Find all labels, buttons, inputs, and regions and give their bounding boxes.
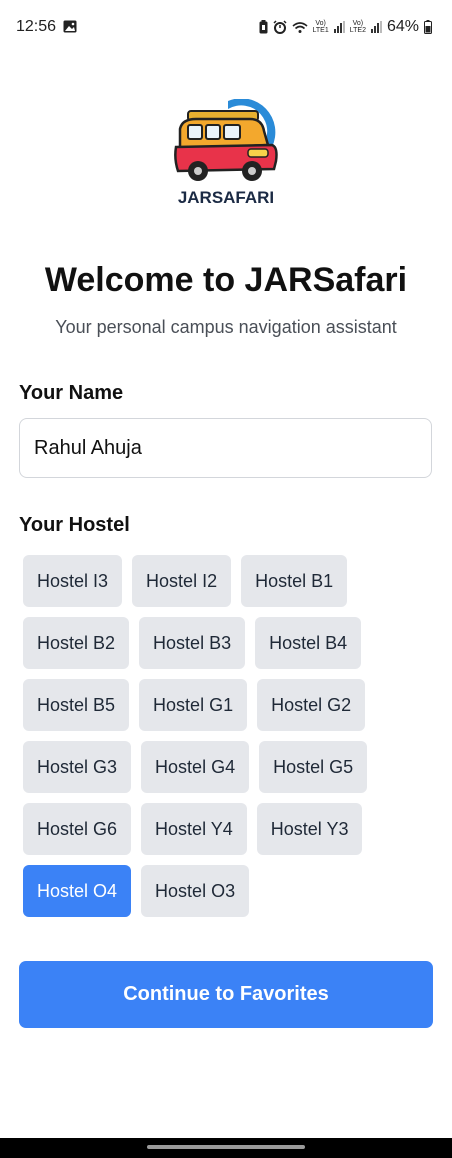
status-time: 12:56 [16,18,57,35]
hostel-chip[interactable]: Hostel B1 [241,555,348,607]
hostel-options: Hostel I3 Hostel I2 Hostel B1 Hostel B2 Host… [23,555,443,917]
image-icon [63,20,77,33]
battery-saver-icon [259,20,268,34]
hostel-chip[interactable]: Hostel I3 [23,555,123,607]
hostel-chip[interactable]: Hostel G2 [257,679,366,731]
page-subtitle: Your personal campus navigation assistan… [55,317,397,337]
hostel-chip[interactable]: Hostel G4 [141,741,250,793]
name-label: Your Name [19,382,124,404]
wifi-icon [292,21,308,33]
hostel-chip[interactable]: Hostel G1 [139,679,248,731]
sim1-label: Vo) LTE1 [312,20,329,34]
hostel-chip[interactable]: Hostel Y4 [141,803,247,855]
battery-icon [424,20,432,34]
alarm-icon [273,20,287,34]
signal-icon [333,21,345,33]
battery-percent: 64% [386,18,419,35]
hostel-chip[interactable]: Hostel O4 [23,865,132,917]
status-bar: 12:56 Vo) LTE1 Vo) LTE2 64% [0,0,452,56]
logo-text: JARSAFARI [178,188,274,207]
signal-icon-2 [370,21,382,33]
hostel-chip[interactable]: Hostel G6 [23,803,132,855]
name-input[interactable] [19,418,432,478]
hostel-label: Your Hostel [19,514,130,536]
home-gesture-handle[interactable] [147,1145,305,1149]
hostel-chip[interactable]: Hostel B5 [23,679,130,731]
hostel-chip[interactable]: Hostel I2 [132,555,232,607]
hostel-chip[interactable]: Hostel B4 [255,617,362,669]
sim2-label: Vo) LTE2 [349,20,366,34]
page-title: Welcome to JARSafari [44,261,408,299]
system-nav-bar [0,1138,452,1158]
hostel-chip[interactable]: Hostel B2 [23,617,130,669]
hostel-chip[interactable]: Hostel B3 [139,617,246,669]
hostel-chip[interactable]: Hostel G3 [23,741,132,793]
status-icons: Vo) LTE1 Vo) LTE2 64% [259,17,432,37]
jarsafari-logo: JARSAFARI [174,99,278,207]
hostel-chip[interactable]: Hostel O3 [141,865,250,917]
hostel-chip[interactable]: Hostel Y3 [256,803,363,855]
continue-button[interactable]: Continue to Favorites [19,961,433,1028]
hostel-chip[interactable]: Hostel G5 [259,741,368,793]
